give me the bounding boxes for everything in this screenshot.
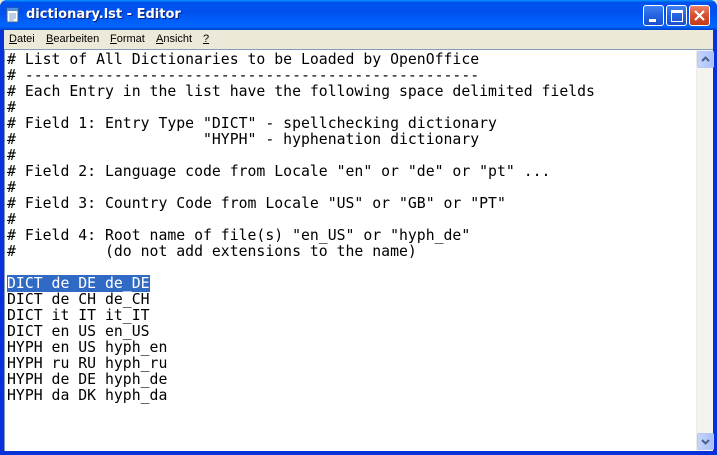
text-line[interactable]: HYPH en US hyph_en — [7, 340, 695, 356]
notepad-icon[interactable] — [5, 7, 21, 23]
line-text: # — [7, 99, 16, 116]
editor-window: dictionary.lst - Editor Datei Bearbeiten… — [0, 0, 717, 455]
menu-bearbeiten[interactable]: Bearbeiten — [46, 33, 99, 45]
line-text: DICT de CH de_CH — [7, 291, 150, 308]
text-line[interactable]: # — [7, 148, 695, 164]
line-text: # — [7, 179, 16, 196]
vertical-scrollbar[interactable] — [696, 50, 714, 451]
line-text: # — [7, 211, 16, 228]
title-bar[interactable]: dictionary.lst - Editor — [0, 0, 717, 30]
menu-help[interactable]: ? — [203, 33, 209, 45]
text-content[interactable]: # List of All Dictionaries to be Loaded … — [7, 52, 695, 450]
scroll-down-button[interactable] — [697, 433, 714, 450]
line-text: # — [7, 147, 16, 164]
text-line[interactable]: HYPH de DE hyph_de — [7, 372, 695, 388]
line-text: # (do not add extensions to the name) — [7, 243, 417, 260]
text-line[interactable]: # --------------------------------------… — [7, 68, 695, 84]
text-line[interactable]: DICT en US en_US — [7, 324, 695, 340]
maximize-icon — [671, 10, 683, 22]
line-text: # Field 4: Root name of file(s) "en_US" … — [7, 227, 471, 244]
text-line[interactable]: # "HYPH" - hyphenation dictionary — [7, 132, 695, 148]
minimize-button[interactable] — [643, 5, 664, 26]
text-line[interactable]: # Each Entry in the list have the follow… — [7, 84, 695, 100]
line-text: # "HYPH" - hyphenation dictionary — [7, 131, 480, 148]
text-line[interactable]: # List of All Dictionaries to be Loaded … — [7, 52, 695, 68]
window-title: dictionary.lst - Editor — [26, 7, 181, 22]
line-text: # List of All Dictionaries to be Loaded … — [7, 52, 480, 68]
text-line[interactable]: # Field 2: Language code from Locale "en… — [7, 164, 695, 180]
close-icon — [694, 10, 705, 21]
line-text: HYPH ru RU hyph_ru — [7, 355, 168, 372]
menu-format[interactable]: Format — [110, 33, 145, 45]
text-line[interactable]: # Field 3: Country Code from Locale "US"… — [7, 196, 695, 212]
window-body: Datei Bearbeiten Format Ansicht ? # List… — [4, 30, 714, 451]
line-text: # Field 2: Language code from Locale "en… — [7, 163, 551, 180]
text-line[interactable]: # — [7, 100, 695, 116]
line-text: # Field 1: Entry Type "DICT" - spellchec… — [7, 115, 497, 132]
line-text: DICT en US en_US — [7, 323, 150, 340]
line-text: # --------------------------------------… — [7, 67, 480, 84]
minimize-icon — [649, 19, 656, 22]
text-line[interactable]: # — [7, 212, 695, 228]
text-line[interactable]: DICT it IT it_IT — [7, 308, 695, 324]
menu-bar: Datei Bearbeiten Format Ansicht ? — [4, 30, 713, 49]
line-text: DICT it IT it_IT — [7, 307, 150, 324]
text-line[interactable]: DICT de DE de_DE — [7, 275, 695, 292]
line-text: HYPH de DE hyph_de — [7, 371, 168, 388]
text-line[interactable]: # — [7, 180, 695, 196]
arrow-down-icon — [701, 439, 710, 445]
close-button[interactable] — [689, 5, 710, 26]
text-line[interactable]: # Field 1: Entry Type "DICT" - spellchec… — [7, 116, 695, 132]
scroll-up-button[interactable] — [697, 51, 714, 68]
text-line[interactable] — [7, 260, 695, 276]
line-text: HYPH en US hyph_en — [7, 339, 168, 356]
text-editor[interactable]: # List of All Dictionaries to be Loaded … — [4, 49, 714, 451]
line-text: # Field 3: Country Code from Locale "US"… — [7, 195, 506, 212]
maximize-button[interactable] — [666, 5, 687, 26]
text-line[interactable]: # (do not add extensions to the name) — [7, 244, 695, 260]
text-line[interactable]: HYPH da DK hyph_da — [7, 388, 695, 404]
menu-ansicht[interactable]: Ansicht — [156, 33, 192, 45]
text-line[interactable]: HYPH ru RU hyph_ru — [7, 356, 695, 372]
text-line[interactable]: # Field 4: Root name of file(s) "en_US" … — [7, 228, 695, 244]
line-text: HYPH da DK hyph_da — [7, 387, 168, 404]
arrow-up-icon — [701, 56, 710, 62]
line-text: # Each Entry in the list have the follow… — [7, 83, 595, 100]
selected-text: DICT de DE de_DE — [7, 275, 150, 292]
text-line[interactable]: DICT de CH de_CH — [7, 292, 695, 308]
menu-datei[interactable]: Datei — [9, 33, 35, 45]
